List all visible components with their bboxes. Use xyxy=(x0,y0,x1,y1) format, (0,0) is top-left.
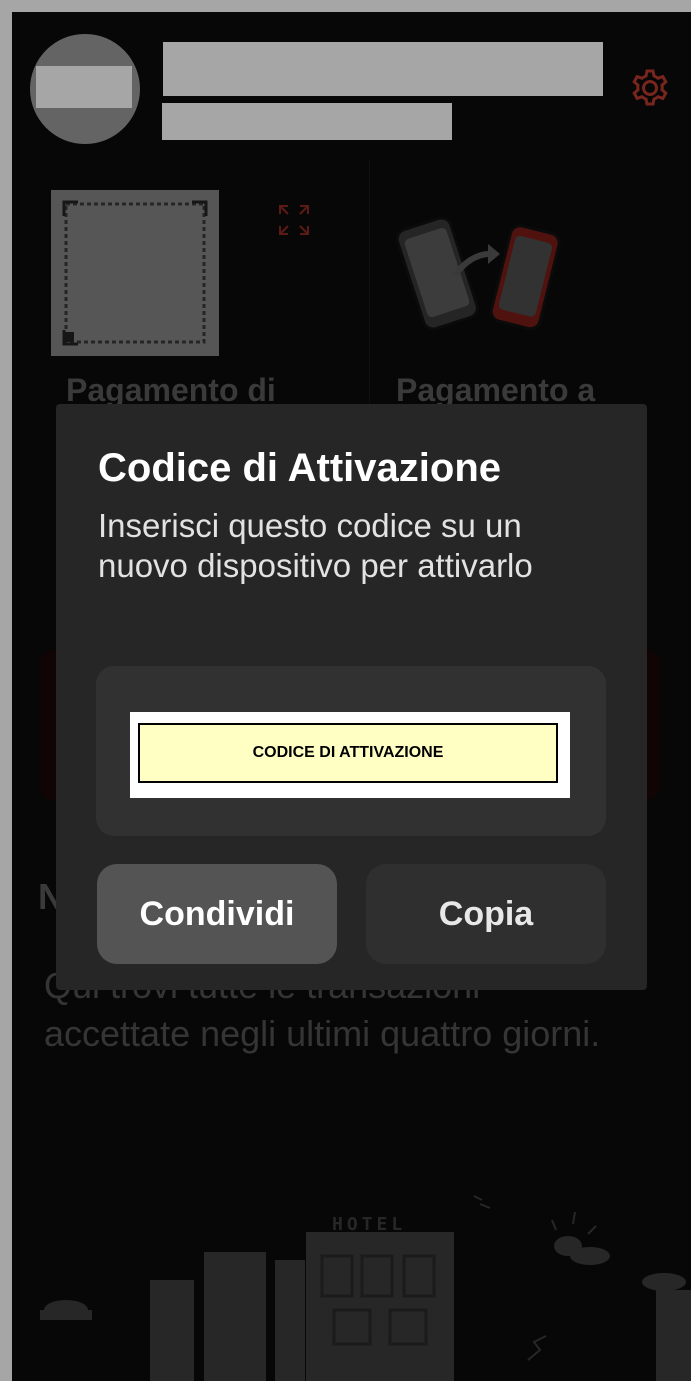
dialog-message: Inserisci questo codice su un nuovo disp… xyxy=(98,507,533,584)
activation-code-dialog: Codice di Attivazione Inserisci questo c… xyxy=(56,404,647,990)
copy-button[interactable]: Copia xyxy=(366,864,606,964)
code-frame: CODICE DI ATTIVAZIONE xyxy=(130,712,570,798)
code-panel: CODICE DI ATTIVAZIONE xyxy=(96,666,606,836)
activation-code-value: CODICE DI ATTIVAZIONE xyxy=(138,723,558,783)
dialog-title: Codice di Attivazione xyxy=(98,446,502,490)
app-screen: Pagamento di Pagamento a N Qui trovi tut… xyxy=(0,0,691,1381)
share-button[interactable]: Condividi xyxy=(97,864,337,964)
